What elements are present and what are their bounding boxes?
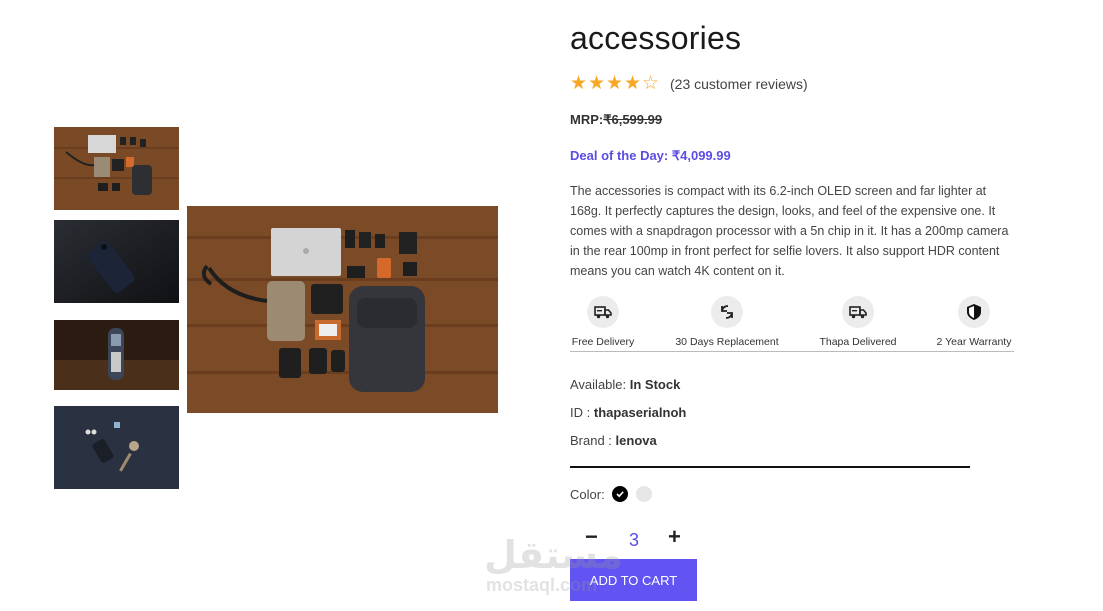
mrp: MRP:₹6,599.99 <box>570 112 662 128</box>
brand-value: lenova <box>615 433 657 448</box>
feature-list: Free Delivery 30 Days Replacement Thapa … <box>570 296 1014 352</box>
color-label: Color: <box>570 486 605 502</box>
star-filled-icon: ★ <box>588 73 606 94</box>
divider <box>570 466 970 468</box>
color-selector: Color: <box>570 486 652 502</box>
id-value: thapaserialnoh <box>593 405 687 420</box>
product-title: accessories <box>570 20 742 56</box>
star-filled-icon: ★ <box>606 73 624 94</box>
thumbnail-phone[interactable] <box>54 220 179 303</box>
feature-label: 2 Year Warranty <box>936 336 1012 348</box>
check-icon <box>616 491 624 498</box>
quantity-stepper: − 3 + <box>570 526 710 551</box>
feature-free-delivery: Free Delivery <box>570 296 636 348</box>
feature-label: Free Delivery <box>571 336 635 348</box>
id-label: ID : <box>570 405 591 420</box>
deal-price: Deal of the Day: ₹4,099.99 <box>570 148 731 163</box>
decrease-quantity-button[interactable]: − <box>585 526 598 548</box>
feature-label: Thapa Delivered <box>819 336 897 348</box>
thumbnail-flatlay[interactable] <box>54 127 179 210</box>
color-swatch-grey[interactable] <box>635 486 652 502</box>
truck-icon <box>587 296 619 328</box>
reviews-count: (23 customer reviews) <box>670 75 808 92</box>
star-empty-icon: ☆ <box>642 73 660 94</box>
thumbnail-watch[interactable] <box>54 406 179 489</box>
increase-quantity-button[interactable]: + <box>668 526 681 548</box>
rating: ★ ★ ★ ★ ☆ (23 customer reviews) <box>570 74 808 93</box>
product-description: The accessories is compact with its 6.2-… <box>570 184 1009 278</box>
brand: Brand : lenova <box>570 433 657 448</box>
product-id: ID : thapaserialnoh <box>570 405 686 420</box>
star-filled-icon: ★ <box>624 73 642 94</box>
truck-icon <box>842 296 874 328</box>
rating-stars: ★ ★ ★ ★ ☆ <box>570 74 660 93</box>
replace-icon <box>711 296 743 328</box>
add-to-cart-button[interactable]: ADD TO CART <box>570 559 697 601</box>
availability: Available: In Stock <box>570 377 680 392</box>
feature-replacement: 30 Days Replacement <box>672 296 782 348</box>
mrp-label: MRP: <box>570 112 604 127</box>
shield-icon <box>958 296 990 328</box>
thumbnail-nokia[interactable] <box>54 320 179 390</box>
star-filled-icon: ★ <box>570 73 588 94</box>
feature-warranty: 2 Year Warranty <box>934 296 1014 348</box>
feature-label: 30 Days Replacement <box>675 336 779 348</box>
main-product-image <box>187 206 498 413</box>
availability-label: Available: <box>570 377 627 392</box>
brand-label: Brand : <box>570 433 612 448</box>
mrp-price: ₹6,599.99 <box>603 112 663 127</box>
feature-thapa-delivered: Thapa Delivered <box>816 296 900 348</box>
color-swatch-black[interactable] <box>611 486 628 502</box>
quantity-value: 3 <box>629 530 640 550</box>
availability-value: In Stock <box>629 377 681 392</box>
